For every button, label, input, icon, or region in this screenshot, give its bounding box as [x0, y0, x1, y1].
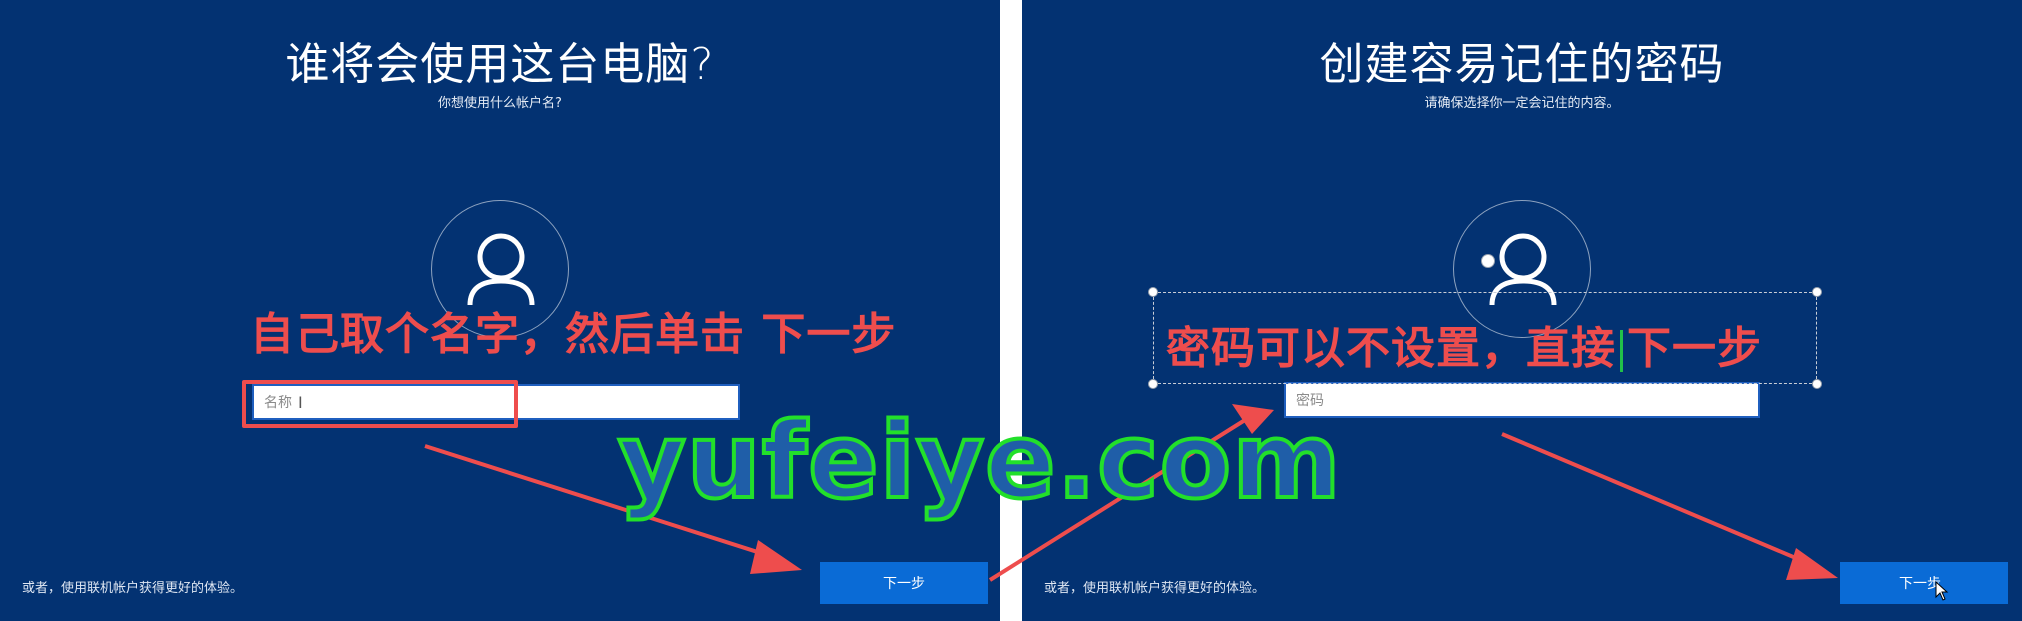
page-title: 创建容易记住的密码 — [1319, 39, 1725, 90]
instruction-annotation: 密码可以不设置，直接 下一步 — [1166, 312, 1762, 376]
next-button[interactable]: 下一步 — [1840, 562, 2008, 604]
page-title: 谁将会使用这台电脑? — [285, 39, 715, 90]
selection-handle — [1812, 287, 1822, 297]
next-button[interactable]: 下一步 — [820, 562, 988, 604]
password-input[interactable]: 密码 — [1284, 382, 1760, 418]
mouse-pointer-icon — [1935, 581, 1949, 601]
instruction-annotation: 自己取个名字，然后单击 下一步 — [250, 309, 897, 360]
instruction-text-part1: 密码可以不设置，直接 — [1166, 323, 1616, 374]
account-name-screen: 谁将会使用这台电脑? 你想使用什么帐户名? 名称 I 下一步 或者，使用联机帐户… — [0, 0, 1000, 621]
screenshot-stage: 谁将会使用这台电脑? 你想使用什么帐户名? 名称 I 下一步 或者，使用联机帐户… — [0, 0, 2022, 621]
password-screen: 创建容易记住的密码 请确保选择你一定会记住的内容。 密码 下一步 或者，使用联机… — [1022, 0, 2022, 621]
selection-handle — [1148, 287, 1158, 297]
instruction-text-part2: 下一步 — [1627, 323, 1762, 374]
page-subtitle: 请确保选择你一定会记住的内容。 — [1424, 96, 1620, 111]
site-watermark: yufeiye.com — [616, 398, 1343, 524]
highlight-box — [242, 380, 518, 428]
online-account-link[interactable]: 或者，使用联机帐户获得更好的体验。 — [1044, 577, 1265, 596]
online-account-link[interactable]: 或者，使用联机帐户获得更好的体验。 — [22, 577, 243, 596]
page-subtitle: 你想使用什么帐户名? — [438, 96, 562, 111]
selection-handle — [1148, 379, 1158, 389]
rotate-handle — [1481, 254, 1495, 268]
text-caret — [1620, 330, 1623, 372]
selection-handle — [1812, 379, 1822, 389]
